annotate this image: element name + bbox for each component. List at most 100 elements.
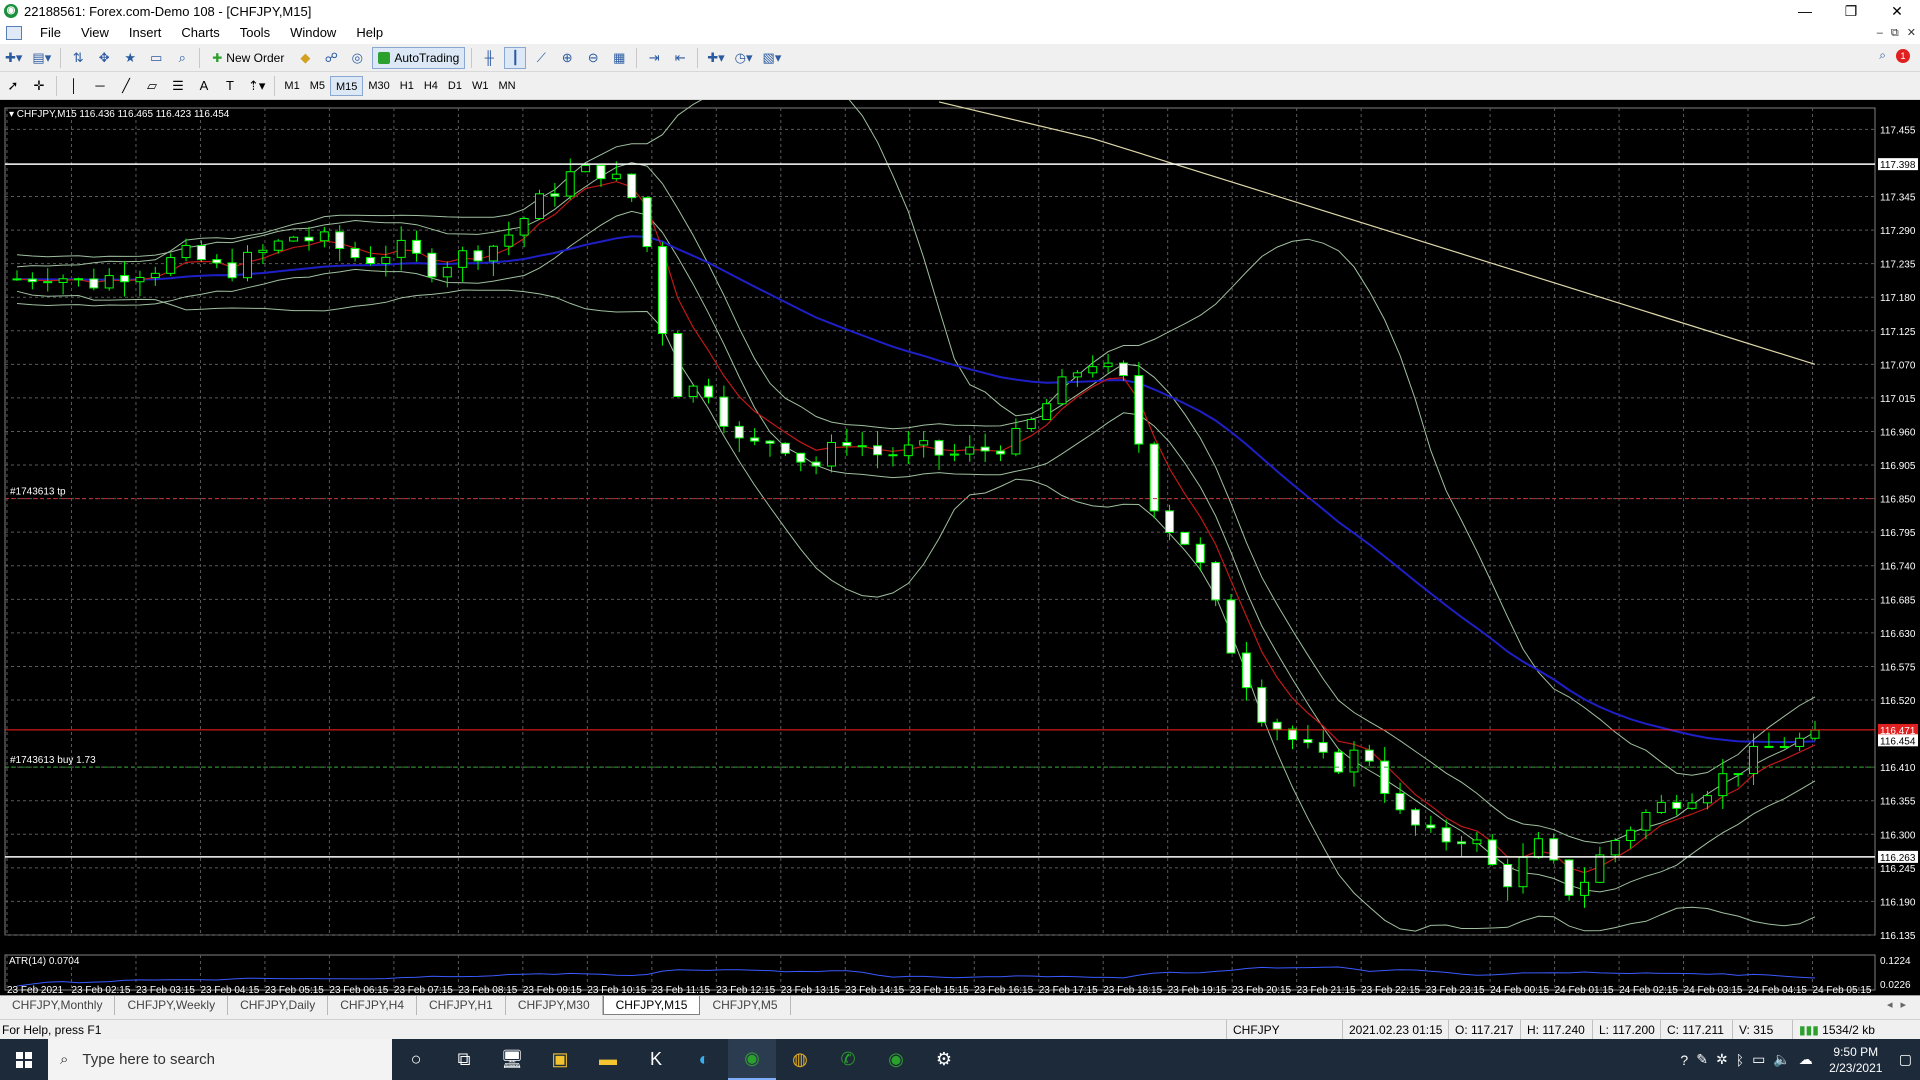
- tab-chfjpy-weekly[interactable]: CHFJPY,Weekly: [115, 996, 229, 1015]
- arrows-icon[interactable]: ⇡▾: [245, 75, 268, 97]
- tab-chfjpy-h4[interactable]: CHFJPY,H4: [328, 996, 418, 1015]
- data-window-icon[interactable]: ✥: [93, 47, 115, 69]
- menu-file[interactable]: File: [30, 22, 71, 44]
- terminal-icon[interactable]: ▭: [145, 47, 167, 69]
- pen-icon[interactable]: ✎: [1696, 1051, 1708, 1068]
- chart-shift-icon[interactable]: ⇤: [669, 47, 691, 69]
- strategy-tester-icon[interactable]: ⌕: [171, 47, 193, 69]
- bar-chart-icon[interactable]: ╫: [478, 47, 500, 69]
- indicators-icon[interactable]: ✚▾: [704, 47, 727, 69]
- timeframe-m1[interactable]: M1: [279, 76, 304, 96]
- navigator-icon[interactable]: ★: [119, 47, 141, 69]
- fibonacci-icon[interactable]: ☰: [167, 75, 189, 97]
- mdi-restore-icon[interactable]: ⧉: [1891, 22, 1899, 44]
- action-center-icon[interactable]: ▢: [1899, 1051, 1912, 1068]
- new-order-button[interactable]: ✚ New Order: [206, 47, 290, 69]
- chart-window-icon[interactable]: [6, 26, 22, 40]
- minimize-button[interactable]: —: [1782, 0, 1828, 22]
- tab-chfjpy-h1[interactable]: CHFJPY,H1: [417, 996, 506, 1015]
- close-button[interactable]: ✕: [1874, 0, 1920, 22]
- tab-chfjpy-daily[interactable]: CHFJPY,Daily: [228, 996, 329, 1015]
- time-axis-label: 24 Feb 05:15: [1813, 985, 1872, 995]
- task-view-icon[interactable]: ⧉: [440, 1039, 488, 1080]
- tab-chfjpy-m30[interactable]: CHFJPY,M30: [506, 996, 603, 1015]
- text-icon[interactable]: A: [193, 75, 215, 97]
- timeframe-m15[interactable]: M15: [329, 75, 364, 96]
- tab-scroll-arrows[interactable]: ◂▸: [1887, 998, 1914, 1011]
- metaeditor-icon[interactable]: ◆: [294, 47, 316, 69]
- help-icon[interactable]: ?: [1680, 1052, 1688, 1068]
- k-app-icon[interactable]: K: [632, 1039, 680, 1080]
- timeframe-mn[interactable]: MN: [493, 76, 520, 96]
- status-symbol: CHFJPY: [1226, 1019, 1342, 1040]
- volume-icon[interactable]: 🔈: [1773, 1051, 1790, 1068]
- timeframe-w1[interactable]: W1: [467, 76, 494, 96]
- templates-icon[interactable]: ▧▾: [760, 47, 785, 69]
- menu-view[interactable]: View: [71, 22, 119, 44]
- chart-window[interactable]: 23 Feb 2021 23 Feb 02:15 23 Feb 03:15 23 Fe…: [0, 100, 1920, 995]
- autotrading-button[interactable]: AutoTrading: [372, 46, 466, 69]
- network-icon[interactable]: ▭: [1752, 1051, 1765, 1068]
- text-label-icon[interactable]: T: [219, 75, 241, 97]
- timeframe-h4[interactable]: H4: [419, 76, 443, 96]
- menu-insert[interactable]: Insert: [119, 22, 172, 44]
- remote-desktop-icon[interactable]: 🖥: [488, 1039, 536, 1080]
- price-chart[interactable]: 23 Feb 2021 23 Feb 02:15 23 Feb 03:15 23 Fe…: [0, 100, 1920, 995]
- price-axis-label: 117.180: [1880, 293, 1916, 304]
- market-icon[interactable]: ◎: [346, 47, 368, 69]
- menu-help[interactable]: Help: [346, 22, 393, 44]
- bluetooth-icon[interactable]: ᛒ: [1736, 1052, 1744, 1068]
- menu-tools[interactable]: Tools: [230, 22, 280, 44]
- vertical-line-icon[interactable]: │: [63, 75, 85, 97]
- bear-candle: [1334, 751, 1344, 773]
- bull-candle: [150, 272, 160, 279]
- trendline-icon[interactable]: ╱: [115, 75, 137, 97]
- cortana-icon[interactable]: ○: [392, 1039, 440, 1080]
- signals-icon[interactable]: ☍: [320, 47, 342, 69]
- mdi-minimize-icon[interactable]: ‒: [1877, 22, 1883, 44]
- onedrive-icon[interactable]: ☁: [1799, 1051, 1813, 1068]
- periods-icon[interactable]: ◷▾: [732, 47, 756, 69]
- autoscroll-icon[interactable]: ⇥: [643, 47, 665, 69]
- tools-app-icon[interactable]: ⚙: [920, 1039, 968, 1080]
- bear-candle: [734, 425, 744, 439]
- candlestick-icon[interactable]: ┃: [504, 46, 527, 69]
- tray-app-icon[interactable]: ✲: [1716, 1051, 1728, 1068]
- sticky-app-icon[interactable]: ▣: [536, 1039, 584, 1080]
- search-icon[interactable]: ⌕: [1879, 48, 1886, 63]
- taskbar-search[interactable]: ⌕ Type here to search: [48, 1039, 392, 1080]
- menu-charts[interactable]: Charts: [171, 22, 229, 44]
- start-button[interactable]: [0, 1039, 48, 1080]
- market-watch-icon[interactable]: ⇅: [67, 47, 89, 69]
- tab-chfjpy-monthly[interactable]: CHFJPY,Monthly: [0, 996, 116, 1015]
- bear-candle: [780, 442, 790, 454]
- crosshair-icon[interactable]: ✛: [28, 75, 50, 97]
- forex-terminal-icon[interactable]: ◉: [728, 1039, 776, 1080]
- cursor-icon[interactable]: ➚: [2, 75, 24, 97]
- menu-window[interactable]: Window: [280, 22, 346, 44]
- timeframe-d1[interactable]: D1: [443, 76, 467, 96]
- tab-chfjpy-m5[interactable]: CHFJPY,M5: [700, 996, 791, 1015]
- file-explorer-icon[interactable]: ▬: [584, 1039, 632, 1080]
- timeframe-h1[interactable]: H1: [395, 76, 419, 96]
- notification-icon[interactable]: 1: [1896, 48, 1910, 63]
- mdi-close-icon[interactable]: ✕: [1907, 22, 1916, 44]
- bull-candle: [1533, 838, 1543, 858]
- edge-icon[interactable]: ◐: [680, 1039, 728, 1080]
- timeframe-m30[interactable]: M30: [363, 76, 394, 96]
- timeframe-m5[interactable]: M5: [305, 76, 330, 96]
- restore-button[interactable]: ❐: [1828, 0, 1874, 22]
- new-chart-icon[interactable]: ✚▾: [2, 47, 25, 69]
- zoom-out-icon[interactable]: ⊖: [582, 47, 604, 69]
- horizontal-line-icon[interactable]: ─: [89, 75, 111, 97]
- taskbar-clock[interactable]: 9:50 PM 2/23/2021: [1821, 1044, 1891, 1076]
- forex-terminal-2-icon[interactable]: ◉: [872, 1039, 920, 1080]
- profiles-icon[interactable]: ▤▾: [29, 47, 54, 69]
- tile-windows-icon[interactable]: ▦: [608, 47, 630, 69]
- whatsapp-icon[interactable]: ✆: [824, 1039, 872, 1080]
- channel-icon[interactable]: ▱: [141, 75, 163, 97]
- tab-chfjpy-m15[interactable]: CHFJPY,M15: [602, 996, 701, 1015]
- zoom-in-icon[interactable]: ⊕: [556, 47, 578, 69]
- line-chart-icon[interactable]: ⟋: [530, 47, 552, 69]
- chrome-icon[interactable]: ◍: [776, 1039, 824, 1080]
